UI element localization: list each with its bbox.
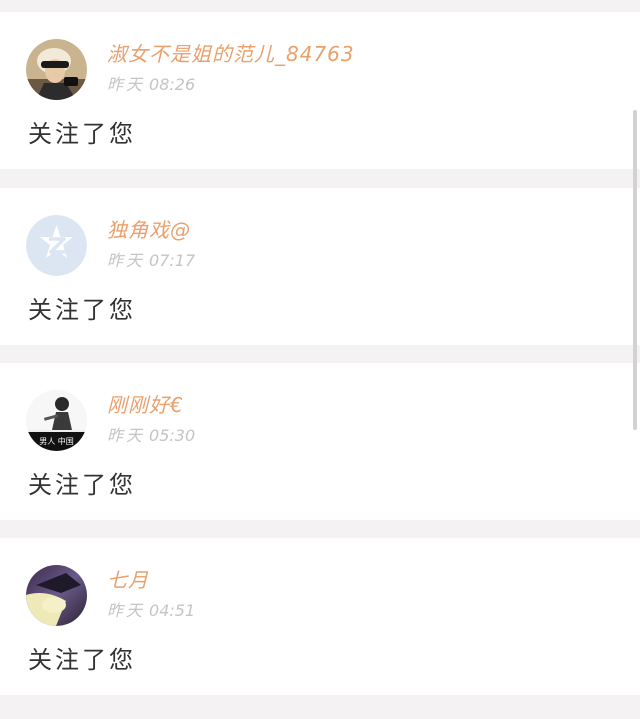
timestamp-day: 昨天 xyxy=(107,251,146,270)
timestamp-time: 07:17 xyxy=(149,251,196,270)
username[interactable]: 七月 xyxy=(107,567,149,593)
avatar[interactable] xyxy=(26,215,87,276)
username[interactable]: 淑女不是姐的范儿_84763 xyxy=(107,41,355,67)
timestamp-day: 昨天 xyxy=(107,426,146,445)
notification-message: 关注了您 xyxy=(28,471,136,499)
avatar-sunglasses-photo-icon xyxy=(26,39,87,100)
username[interactable]: 刚刚好€ xyxy=(107,392,184,418)
scrollbar[interactable] xyxy=(633,110,637,430)
notification-message: 关注了您 xyxy=(28,646,136,674)
notification-card[interactable]: 男人 中国 刚刚好€ 昨天 05:30 关注了您 xyxy=(0,363,640,520)
timestamp-day: 昨天 xyxy=(107,75,146,94)
timestamp-time: 08:26 xyxy=(149,75,196,94)
timestamp: 昨天 08:26 xyxy=(107,75,195,95)
timestamp: 昨天 07:17 xyxy=(107,251,195,271)
username[interactable]: 独角戏@ xyxy=(107,217,191,243)
timestamp: 昨天 05:30 xyxy=(107,426,195,446)
notification-card[interactable]: 淑女不是姐的范儿_84763 昨天 08:26 关注了您 xyxy=(0,12,640,169)
timestamp: 昨天 04:51 xyxy=(107,601,195,621)
avatar[interactable] xyxy=(26,565,87,626)
notification-message: 关注了您 xyxy=(28,296,136,324)
timestamp-time: 05:30 xyxy=(149,426,196,445)
avatar[interactable]: 男人 中国 xyxy=(26,390,87,451)
avatar-man-photo-icon: 男人 中国 xyxy=(26,390,87,451)
notification-message: 关注了您 xyxy=(28,120,136,148)
timestamp-day: 昨天 xyxy=(107,601,146,620)
default-z-avatar-icon xyxy=(26,215,87,276)
avatar[interactable] xyxy=(26,39,87,100)
avatar-anime-photo-icon xyxy=(26,565,87,626)
avatar-caption: 男人 中国 xyxy=(39,436,74,446)
notification-card[interactable]: 七月 昨天 04:51 关注了您 xyxy=(0,538,640,695)
notification-card[interactable]: 独角戏@ 昨天 07:17 关注了您 xyxy=(0,188,640,345)
timestamp-time: 04:51 xyxy=(149,601,196,620)
